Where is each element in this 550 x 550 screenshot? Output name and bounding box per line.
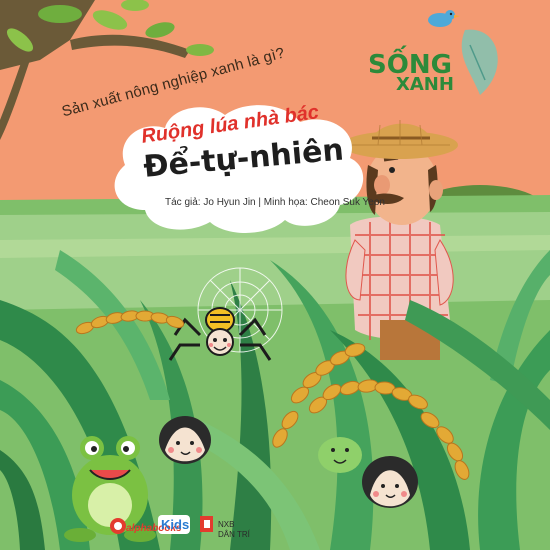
publisher-kids: Kids xyxy=(161,517,190,532)
credit-separator: | xyxy=(258,197,261,208)
publisher-nxb-line1: NXB xyxy=(218,520,235,529)
beetle-character-left xyxy=(159,416,211,464)
beetle-character-right xyxy=(362,456,418,508)
cover-illustration xyxy=(0,0,550,550)
illustrator-credit: Minh họa: Cheon Suk Yeon xyxy=(263,197,385,208)
green-bug-character xyxy=(318,437,362,473)
series-name-line2: XANH xyxy=(396,74,454,95)
book-cover: Sản xuất nông nghiệp xanh là gì? Ruộng l… xyxy=(0,0,550,550)
credits: Tác giả: Jo Hyun Jin | Minh họa: Cheon S… xyxy=(165,197,385,208)
author-credit: Tác giả: Jo Hyun Jin xyxy=(165,197,256,208)
publisher-nxb-line2: DÂN TRÍ xyxy=(218,530,250,539)
